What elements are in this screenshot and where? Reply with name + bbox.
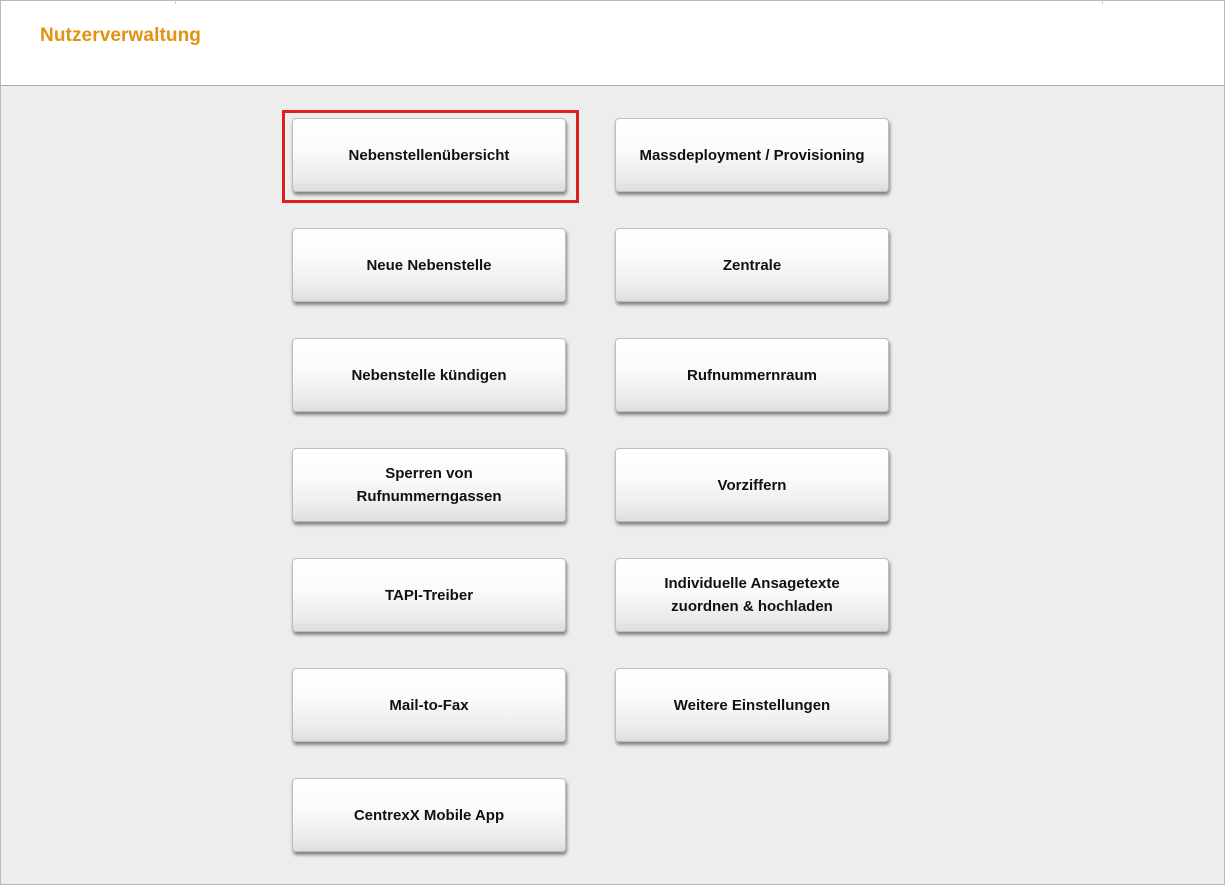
button-label: Sperren von Rufnummerngassen — [356, 465, 502, 505]
button-label: CentrexX Mobile App — [353, 806, 505, 824]
button-weitere-einstellungen[interactable]: Weitere Einstellungen — [615, 668, 889, 742]
button-nebenstellenuebersicht[interactable]: Nebenstellenübersicht — [292, 118, 566, 192]
button-label: Weitere Einstellungen — [673, 696, 831, 714]
button-rufnummernraum[interactable]: Rufnummernraum — [615, 338, 889, 412]
button-mail-to-fax[interactable]: Mail-to-Fax — [292, 668, 566, 742]
button-individuelle-ansagetexte[interactable]: Individuelle Ansagetexte zuordnen & hoch… — [615, 558, 889, 632]
button-label: Vorziffern — [717, 476, 787, 494]
header-divider — [175, 1, 176, 4]
button-nebenstelle-kuendigen[interactable]: Nebenstelle kündigen — [292, 338, 566, 412]
button-neue-nebenstelle[interactable]: Neue Nebenstelle — [292, 228, 566, 302]
button-label: Nebenstellenübersicht — [348, 146, 510, 164]
button-label: TAPI-Treiber — [384, 586, 474, 604]
button-label: Mail-to-Fax — [389, 696, 469, 714]
button-tapi-treiber[interactable]: TAPI-Treiber — [292, 558, 566, 632]
button-sperren-rufnummerngassen[interactable]: Sperren von Rufnummerngassen — [292, 448, 566, 522]
button-label: Nebenstelle kündigen — [351, 366, 507, 384]
button-label: Neue Nebenstelle — [366, 256, 492, 274]
button-label: Massdeployment / Provisioning — [639, 146, 865, 164]
button-massdeployment-provisioning[interactable]: Massdeployment / Provisioning — [615, 118, 889, 192]
app-frame: Nutzerverwaltung Nebenstellenübersicht N… — [0, 0, 1225, 885]
button-label: Zentrale — [722, 256, 782, 274]
page-header: Nutzerverwaltung — [1, 1, 1224, 86]
button-label: Rufnummernraum — [686, 366, 817, 384]
page-title: Nutzerverwaltung — [40, 25, 202, 46]
header-divider — [1102, 1, 1103, 4]
button-label: Individuelle Ansagetexte zuordnen & hoch… — [664, 575, 840, 615]
button-vorziffern[interactable]: Vorziffern — [615, 448, 889, 522]
button-zentrale[interactable]: Zentrale — [615, 228, 889, 302]
button-centrexx-mobile-app[interactable]: CentrexX Mobile App — [292, 778, 566, 852]
